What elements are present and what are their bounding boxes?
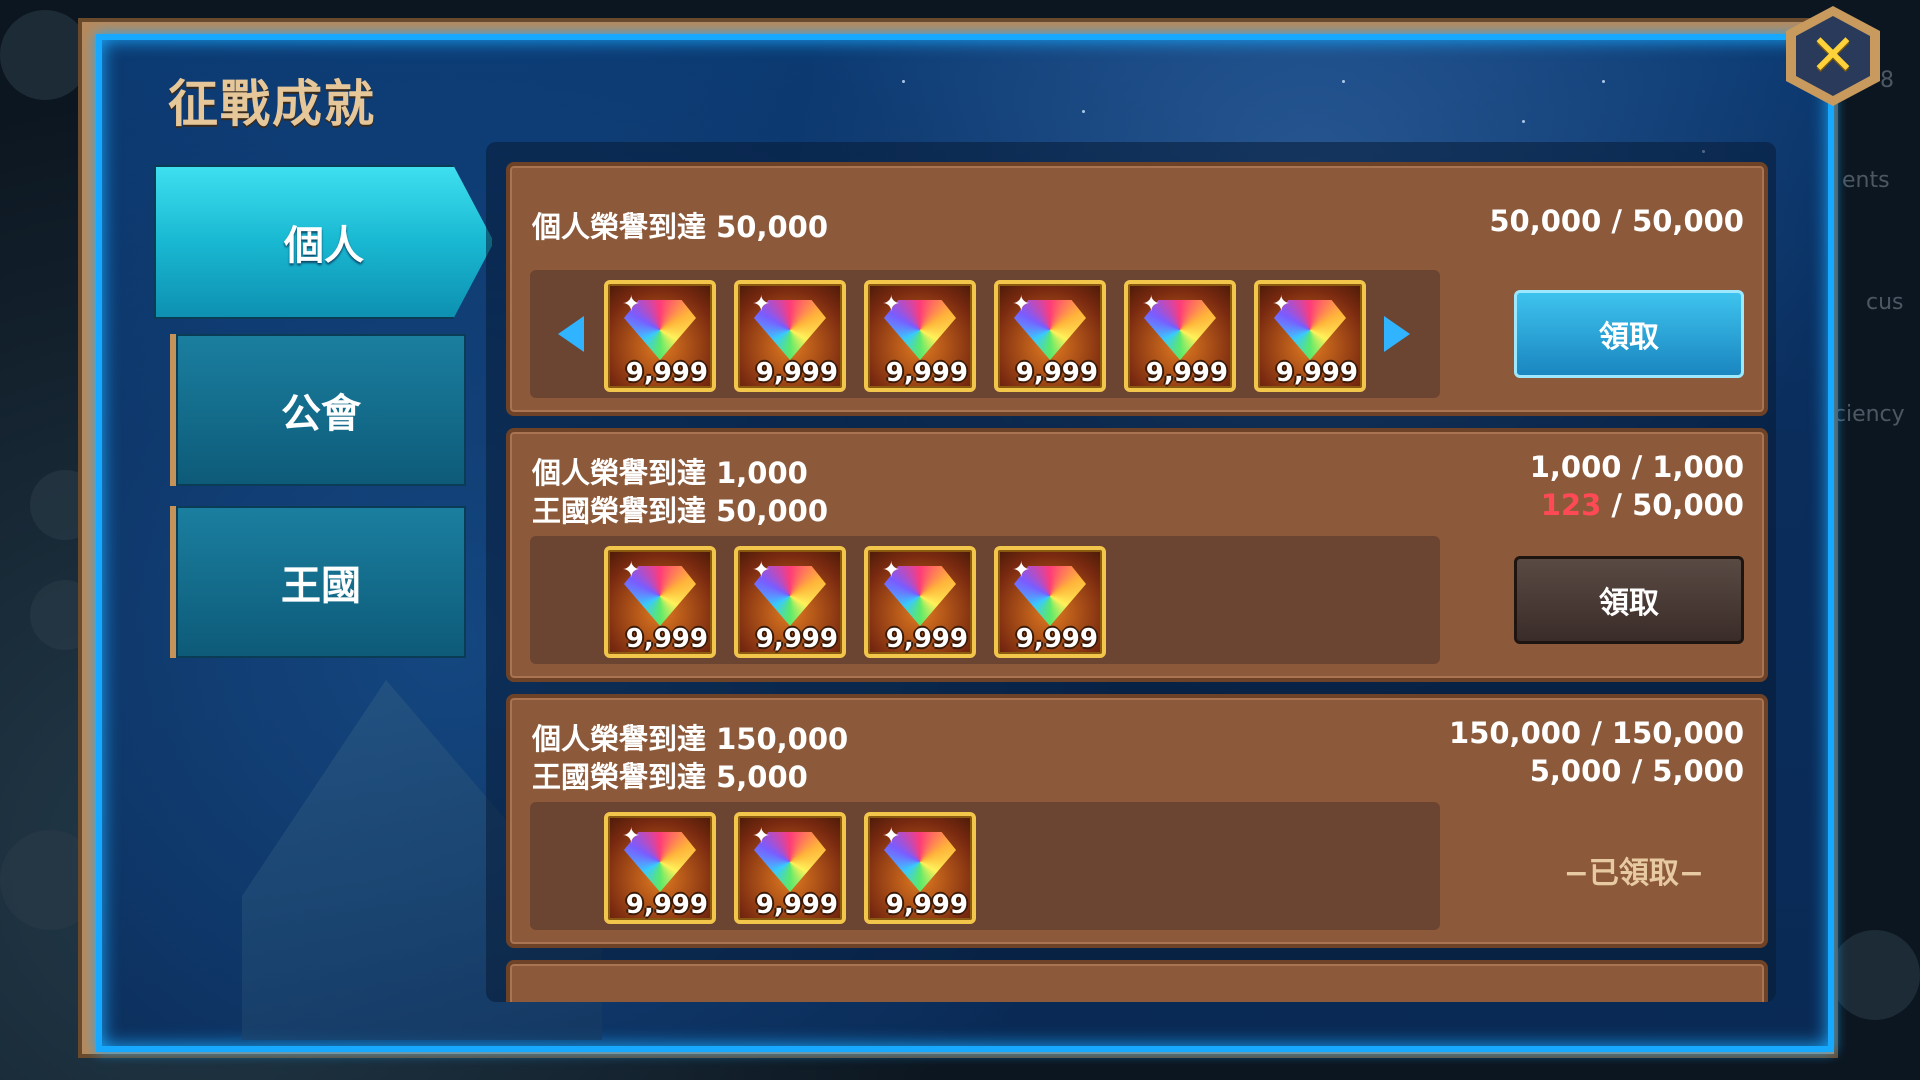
reward-item[interactable]: ✦ 9,999 — [864, 812, 976, 924]
sparkle-icon: ✦ — [1272, 292, 1291, 317]
reward-item[interactable]: ✦ 9,999 — [864, 280, 976, 392]
star — [1082, 110, 1085, 113]
star — [1342, 80, 1345, 83]
achievement-card: 個人榮譽到達 1,000 王國榮譽到達 50,000 1,000 / 1,000… — [506, 428, 1768, 682]
reward-item[interactable]: ✦ 9,999 — [864, 546, 976, 658]
requirement-text: 王國榮譽到達 50,000 — [532, 494, 829, 528]
background-orb — [1830, 930, 1920, 1020]
reward-quantity: 9,999 — [755, 890, 838, 920]
progress-text: 123 / 50,000 — [1541, 488, 1744, 522]
progress-current: 123 — [1540, 488, 1602, 522]
sparkle-icon: ✦ — [1142, 292, 1161, 317]
progress-target: 150,000 — [1611, 716, 1744, 750]
progress-target: 50,000 — [1632, 204, 1744, 238]
scroll-left-arrow[interactable] — [558, 316, 584, 352]
sparkle-icon: ✦ — [1012, 292, 1031, 317]
star — [902, 80, 905, 83]
page-title: 征戰成就 — [168, 75, 376, 133]
requirement-text: 個人榮譽到達 150,000 — [532, 722, 849, 756]
progress-target: 50,000 — [1632, 488, 1744, 522]
sparkle-icon: ✦ — [622, 558, 641, 583]
reward-item[interactable]: ✦ 9,999 — [604, 812, 716, 924]
progress-current: 1,000 — [1529, 450, 1622, 484]
progress-target: 5,000 — [1652, 754, 1744, 788]
claimed-status: −已領取− — [1563, 856, 1704, 891]
star — [1522, 120, 1525, 123]
reward-strip: ✦ 9,999 ✦ 9,999 ✦ 9,999 ✦ 9,999 — [530, 536, 1440, 664]
progress-separator: / — [1601, 488, 1633, 522]
reward-item[interactable]: ✦ 9,999 — [734, 280, 846, 392]
progress-text: 150,000 / 150,000 — [1449, 716, 1744, 750]
background-text: 8 — [1880, 68, 1894, 93]
background-avatar — [0, 10, 90, 100]
reward-quantity: 9,999 — [625, 890, 708, 920]
progress-current: 5,000 — [1529, 754, 1622, 788]
sparkle-icon: ✦ — [622, 292, 641, 317]
reward-quantity: 9,999 — [885, 890, 968, 920]
sparkle-icon: ✦ — [752, 824, 771, 849]
close-button-inner: ✕ — [1796, 16, 1870, 96]
achievement-list[interactable]: 個人榮譽到達 50,000 50,000 / 50,000 ✦ 9,999 ✦ 9,… — [486, 142, 1776, 1002]
reward-strip: ✦ 9,999 ✦ 9,999 ✦ 9,999 ✦ 9,999 ✦ 9,999 ✦ 9,99… — [530, 270, 1440, 398]
background-text: cus — [1866, 290, 1904, 315]
sparkle-icon: ✦ — [622, 824, 641, 849]
reward-quantity: 9,999 — [1275, 358, 1358, 388]
requirement-text: 個人榮譽到達 1,000 — [532, 456, 808, 490]
background-text: ents — [1842, 168, 1890, 193]
requirement-text: 個人榮譽到達 50,000 — [532, 210, 829, 244]
sparkle-icon: ✦ — [882, 558, 901, 583]
sparkle-icon: ✦ — [752, 558, 771, 583]
reward-strip: ✦ 9,999 ✦ 9,999 ✦ 9,999 — [530, 802, 1440, 930]
reward-quantity: 9,999 — [755, 624, 838, 654]
progress-text: 5,000 / 5,000 — [1530, 754, 1744, 788]
star — [1602, 80, 1605, 83]
reward-quantity: 9,999 — [1015, 358, 1098, 388]
progress-text: 1,000 / 1,000 — [1530, 450, 1744, 484]
progress-separator: / — [1621, 450, 1653, 484]
reward-quantity: 9,999 — [1145, 358, 1228, 388]
sparkle-icon: ✦ — [882, 824, 901, 849]
claim-button[interactable]: 領取 — [1514, 290, 1744, 378]
requirement-text: 王國榮譽到達 5,000 — [532, 760, 808, 794]
progress-target: 1,000 — [1652, 450, 1744, 484]
achievement-card: 個人榮譽到達 150,000 王國榮譽到達 5,000 150,000 / 15… — [506, 694, 1768, 948]
reward-item[interactable]: ✦ 9,999 — [1124, 280, 1236, 392]
sparkle-icon: ✦ — [752, 292, 771, 317]
claim-button-disabled[interactable]: 領取 — [1514, 556, 1744, 644]
reward-item[interactable]: ✦ 9,999 — [994, 546, 1106, 658]
progress-current: 50,000 — [1489, 204, 1602, 238]
sparkle-icon: ✦ — [1012, 558, 1031, 583]
close-icon: ✕ — [1809, 23, 1857, 88]
sparkle-icon: ✦ — [882, 292, 901, 317]
reward-item[interactable]: ✦ 9,999 — [604, 280, 716, 392]
reward-quantity: 9,999 — [755, 358, 838, 388]
reward-item[interactable]: ✦ 9,999 — [1254, 280, 1366, 392]
tab-personal[interactable]: 個人 — [154, 165, 494, 319]
reward-item[interactable]: ✦ 9,999 — [734, 546, 846, 658]
reward-quantity: 9,999 — [1015, 624, 1098, 654]
progress-text: 50,000 / 50,000 — [1489, 204, 1744, 238]
reward-quantity: 9,999 — [625, 358, 708, 388]
reward-quantity: 9,999 — [885, 624, 968, 654]
reward-quantity: 9,999 — [625, 624, 708, 654]
achievement-card-partial — [506, 960, 1768, 1002]
reward-item[interactable]: ✦ 9,999 — [994, 280, 1106, 392]
tab-kingdom[interactable]: 王國 — [170, 506, 466, 658]
scroll-right-arrow[interactable] — [1384, 316, 1410, 352]
progress-separator: / — [1581, 716, 1612, 750]
tab-guild[interactable]: 公會 — [170, 334, 466, 486]
reward-quantity: 9,999 — [885, 358, 968, 388]
reward-item[interactable]: ✦ 9,999 — [604, 546, 716, 658]
progress-current: 150,000 — [1449, 716, 1582, 750]
reward-item[interactable]: ✦ 9,999 — [734, 812, 846, 924]
progress-separator: / — [1601, 204, 1633, 238]
progress-separator: / — [1621, 754, 1653, 788]
achievement-card: 個人榮譽到達 50,000 50,000 / 50,000 ✦ 9,999 ✦ 9,… — [506, 162, 1768, 416]
